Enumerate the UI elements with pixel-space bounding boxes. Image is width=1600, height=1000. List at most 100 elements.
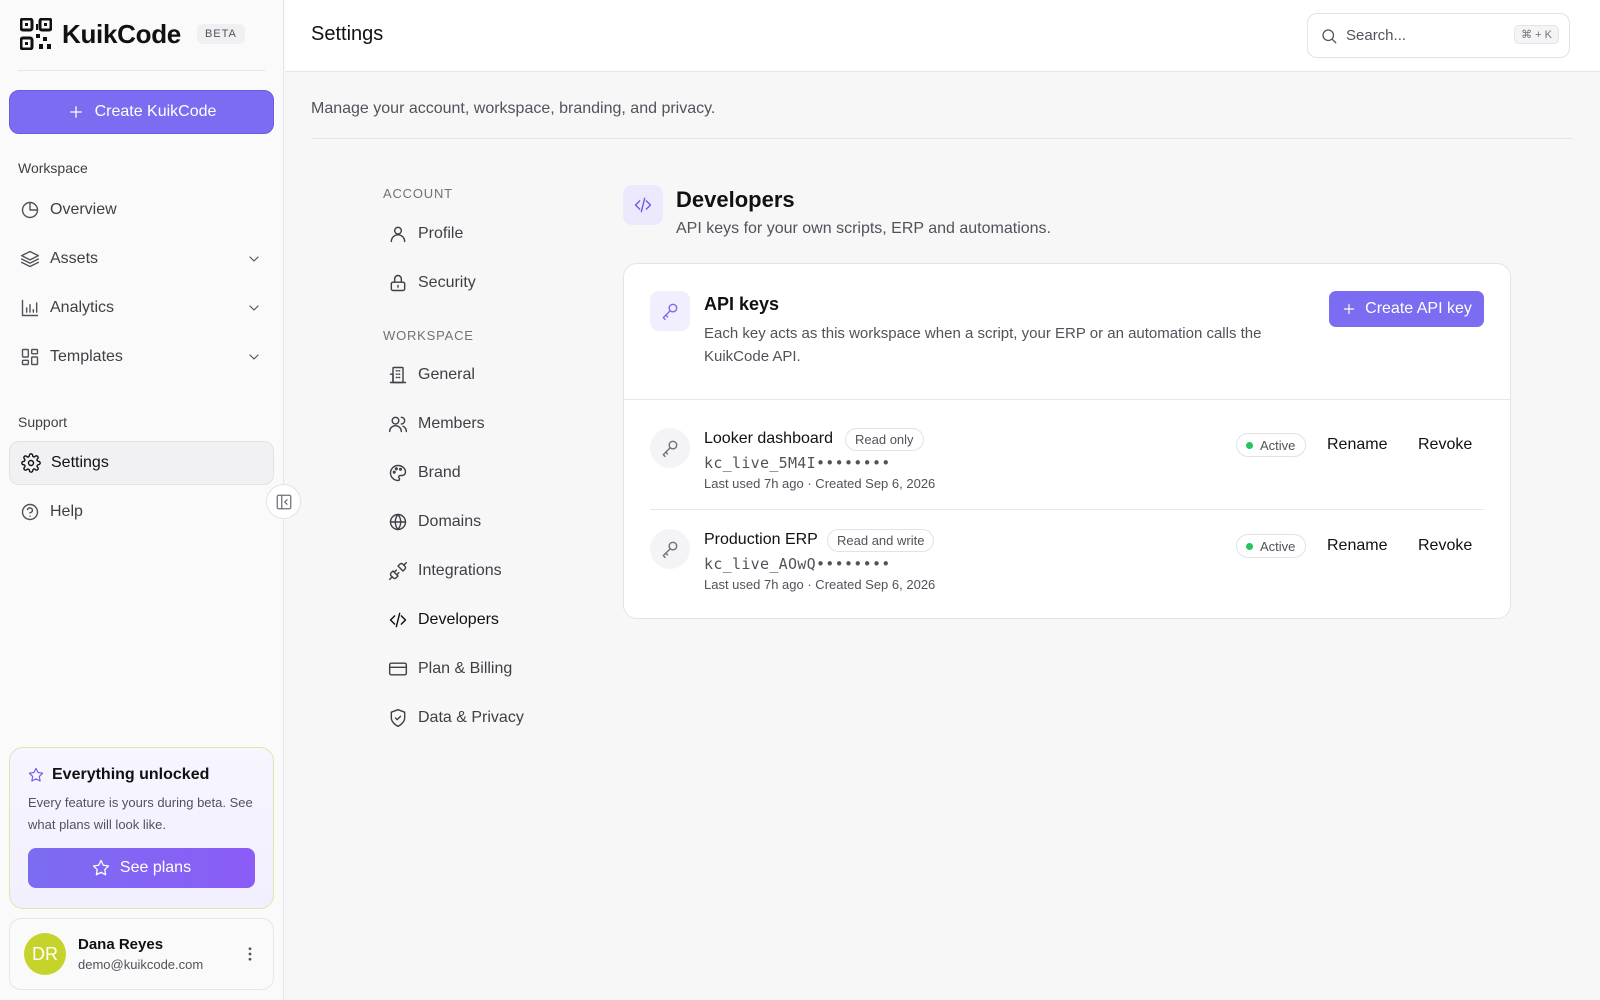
star-icon [92, 859, 110, 877]
sidebar-item-label: Analytics [50, 299, 115, 316]
sidebar-item-label: Templates [50, 348, 123, 365]
promo-title: Everything unlocked [28, 766, 255, 784]
sidebar: KuikCode BETA Create KuikCode Workspace … [0, 0, 284, 1000]
status-badge: Active [1236, 433, 1307, 457]
status-badge: Active [1236, 534, 1307, 558]
credit-card-icon [388, 659, 408, 679]
logo[interactable]: KuikCode BETA [20, 18, 245, 50]
settings-nav-data-privacy[interactable]: Data & Privacy [388, 706, 524, 730]
settings-nav-label: Integrations [418, 562, 502, 579]
plus-icon [67, 103, 85, 121]
plus-icon [1341, 301, 1357, 317]
revoke-button[interactable]: Revoke [1418, 537, 1472, 555]
globe-icon [388, 512, 408, 532]
search-input[interactable]: Search... ⌘ + K [1307, 13, 1570, 58]
status-text: Active [1260, 538, 1296, 554]
chevron-down-icon[interactable] [246, 251, 262, 267]
sidebar-item-assets[interactable]: Assets [9, 237, 274, 281]
settings-nav-label: General [418, 366, 475, 383]
key-icon [650, 529, 690, 569]
code-icon [623, 185, 663, 225]
sidebar-item-help[interactable]: Help [9, 490, 274, 534]
search-placeholder: Search... [1346, 27, 1407, 44]
workspace-section-label: WORKSPACE [383, 328, 474, 343]
page-title: Settings [311, 23, 384, 45]
bar-chart-icon [20, 298, 40, 318]
search-icon [1320, 27, 1338, 45]
status-dot [1246, 441, 1253, 449]
sidebar-item-settings[interactable]: Settings [9, 441, 274, 485]
settings-nav-integrations[interactable]: Integrations [388, 559, 502, 583]
divider [18, 70, 265, 71]
settings-nav-label: Data & Privacy [418, 709, 524, 726]
users-icon [388, 414, 408, 434]
brand-name: KuikCode [62, 18, 181, 49]
api-key-meta: Last used 7h ago · Created Sep 6, 2026 [704, 476, 936, 491]
layers-icon [20, 249, 40, 269]
revoke-button[interactable]: Revoke [1418, 436, 1472, 454]
permission-badge: Read only [845, 428, 924, 451]
page-subtitle: Manage your account, workspace, branding… [311, 100, 716, 117]
settings-nav-members[interactable]: Members [388, 412, 485, 436]
settings-nav-profile[interactable]: Profile [388, 222, 463, 246]
api-key-meta: Last used 7h ago · Created Sep 6, 2026 [704, 577, 936, 592]
divider [650, 509, 1484, 510]
see-plans-label: See plans [119, 859, 192, 876]
qr-code-logo-icon [20, 18, 52, 50]
panel-left-icon [275, 493, 293, 511]
create-kuikcode-label: Create KuikCode [94, 103, 217, 120]
building-icon [388, 365, 408, 385]
api-key-name: Production ERP [704, 531, 818, 548]
support-section-label: Support [18, 414, 68, 430]
settings-nav-label: Plan & Billing [418, 660, 513, 677]
user-name: Dana Reyes [78, 936, 164, 953]
section-title: Developers [676, 187, 795, 212]
api-key-name: Looker dashboard [704, 430, 833, 447]
code-icon [388, 610, 408, 630]
settings-nav-general[interactable]: General [388, 363, 475, 387]
lock-icon [388, 273, 408, 293]
chevron-down-icon[interactable] [246, 300, 262, 316]
section-description: API keys for your own scripts, ERP and a… [676, 220, 1051, 237]
search-shortcut: ⌘ + K [1514, 25, 1559, 44]
create-api-key-button[interactable]: Create API key [1329, 291, 1484, 327]
status-dot [1246, 542, 1253, 550]
create-kuikcode-button[interactable]: Create KuikCode [9, 90, 274, 134]
gear-icon [21, 453, 41, 473]
sidebar-item-label: Settings [51, 454, 109, 471]
settings-nav-label: Brand [418, 464, 461, 481]
more-vertical-icon[interactable] [241, 945, 259, 963]
collapse-sidebar-button[interactable] [266, 484, 301, 519]
api-key-code: kc_live_5M4I•••••••• [704, 454, 891, 472]
see-plans-button[interactable]: See plans [28, 848, 255, 888]
promo-card: Everything unlocked Every feature is you… [9, 747, 274, 909]
settings-nav-plan-billing[interactable]: Plan & Billing [388, 657, 512, 681]
rename-button[interactable]: Rename [1327, 537, 1387, 555]
beta-badge: BETA [196, 24, 245, 44]
sidebar-item-label: Help [50, 503, 83, 520]
settings-nav-label: Members [418, 415, 485, 432]
permission-badge: Read and write [827, 529, 935, 552]
sidebar-item-label: Assets [50, 250, 99, 267]
create-api-key-label: Create API key [1365, 300, 1472, 317]
promo-title-text: Everything unlocked [52, 766, 210, 783]
settings-nav-security[interactable]: Security [388, 271, 476, 295]
settings-nav-label: Security [418, 274, 476, 291]
user-card[interactable]: DR Dana Reyes demo@kuikcode.com [9, 918, 274, 990]
sidebar-item-templates[interactable]: Templates [9, 335, 274, 379]
user-email: demo@kuikcode.com [78, 957, 204, 972]
settings-nav-label: Profile [418, 225, 464, 242]
chevron-down-icon[interactable] [246, 349, 262, 365]
settings-nav-brand[interactable]: Brand [388, 461, 461, 485]
settings-nav-domains[interactable]: Domains [388, 510, 481, 534]
card-title: API keys [704, 294, 780, 314]
card-description: Each key acts as this workspace when a s… [704, 325, 1262, 365]
api-key-code: kc_live_AOwQ•••••••• [704, 555, 891, 573]
api-keys-card: API keys Each key acts as this workspace… [623, 263, 1511, 619]
settings-nav-developers[interactable]: Developers [388, 608, 499, 632]
sidebar-item-analytics[interactable]: Analytics [9, 286, 274, 330]
sidebar-item-overview[interactable]: Overview [9, 188, 274, 232]
workspace-section-label: Workspace [18, 160, 88, 176]
status-text: Active [1260, 437, 1296, 453]
rename-button[interactable]: Rename [1327, 436, 1387, 454]
